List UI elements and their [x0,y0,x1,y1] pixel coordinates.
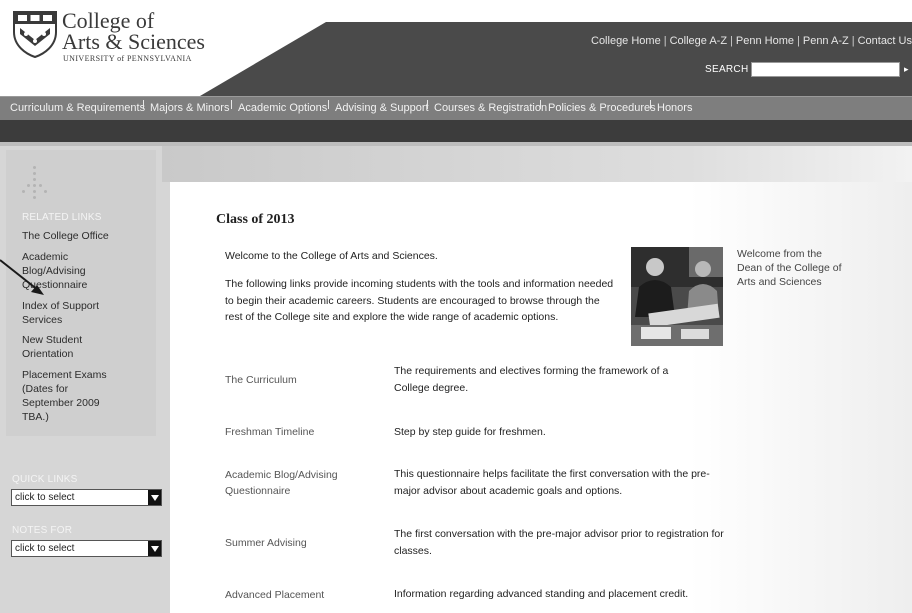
logo-university: UNIVERSITY of PENNSYLVANIA [63,54,192,63]
decorative-dots-icon [22,166,48,200]
nav-academic-options[interactable]: Academic Options [238,102,327,114]
logo-arts-sciences: Arts & Sciences [62,29,205,54]
sidebar-link-support-services[interactable]: Index of Support Services [22,299,112,327]
nav-majors-minors[interactable]: Majors & Minors [150,102,229,114]
utility-separator: | [851,35,855,47]
notes-for-heading: NOTES FOR [12,525,73,536]
penn-shield-icon [13,11,57,58]
nav-courses-registration[interactable]: Courses & Registration [434,102,547,114]
nav-curriculum[interactable]: Curriculum & Requirements [10,102,145,114]
search-go-icon[interactable]: ▸ [904,64,909,75]
row-desc-academic-blog: This questionnaire helps facilitate the … [394,468,710,497]
notes-for-select[interactable]: click to select [11,540,162,557]
link-college-home[interactable]: College Home [591,35,661,47]
nav-separator [650,100,651,109]
nav-advising-support[interactable]: Advising & Support [335,102,429,114]
nav-honors[interactable]: Honors [657,102,692,114]
search-input[interactable] [751,62,900,77]
nav-policies-procedures[interactable]: Policies & Procedures [548,102,656,114]
utility-separator: | [663,35,667,47]
row-name-summer-advising[interactable]: Summer Advising [225,535,375,551]
nav-separator [143,100,144,109]
nav-separator [328,100,329,109]
page-title: Class of 2013 [216,212,295,227]
link-penn-a-z[interactable]: Penn A-Z [803,35,849,47]
pointer-arrow-icon [0,259,44,295]
chevron-down-icon[interactable] [148,541,161,556]
main-nav: Curriculum & Requirements Majors & Minor… [0,96,912,120]
site-header: College of Arts & Sciences UNIVERSITY of… [0,0,912,96]
quick-links-selected: click to select [15,492,75,503]
utility-separator: | [797,35,800,47]
dean-photo-image [631,247,723,346]
row-desc-advanced-placement: Information regarding advanced standing … [394,588,689,600]
row-desc-summer-advising: The first conversation with the pre-majo… [394,528,724,557]
utility-links: College Home | College A-Z | Penn Home | Penn … [591,35,912,47]
link-college-a-z[interactable]: College A-Z [670,35,727,47]
sidebar-link-college-office[interactable]: The College Office [22,229,150,243]
row-name-curriculum[interactable]: The Curriculum [225,372,375,388]
dean-photo[interactable] [631,247,723,346]
welcome-text: Welcome to the College of Arts and Scien… [225,250,438,262]
header-dark-band [200,22,912,96]
search-label: SEARCH [705,64,749,75]
photo-caption-link[interactable]: Welcome from the Dean of the College of … [737,247,847,289]
link-contact-us[interactable]: Contact Us [858,35,912,47]
link-penn-home[interactable]: Penn Home [736,35,794,47]
quick-links-select[interactable]: click to select [11,489,162,506]
nav-separator [231,100,232,109]
utility-separator: | [730,35,733,47]
row-desc-freshman-timeline: Step by step guide for freshmen. [394,426,546,438]
row-name-freshman-timeline[interactable]: Freshman Timeline [225,424,375,440]
row-desc-curriculum: The requirements and electives forming t… [394,365,669,394]
intro-text: The following links provide incoming stu… [225,278,614,323]
related-links-heading: RELATED LINKS [22,212,102,223]
chevron-down-icon[interactable] [148,490,161,505]
quick-links-heading: QUICK LINKS [12,474,78,485]
nav-separator [540,100,541,109]
notes-for-selected: click to select [15,543,75,554]
row-name-academic-blog[interactable]: Academic Blog/Advising Questionnaire [225,467,345,499]
header-band [0,120,912,142]
college-logo[interactable]: College of Arts & Sciences UNIVERSITY of… [12,10,205,66]
sidebar-link-placement-exams[interactable]: Placement Exams (Dates for September 200… [22,368,122,424]
row-name-advanced-placement[interactable]: Advanced Placement [225,587,375,603]
sidebar-link-orientation[interactable]: New Student Orientation [22,333,102,361]
nav-separator [427,100,428,109]
content-top-band [162,146,912,182]
